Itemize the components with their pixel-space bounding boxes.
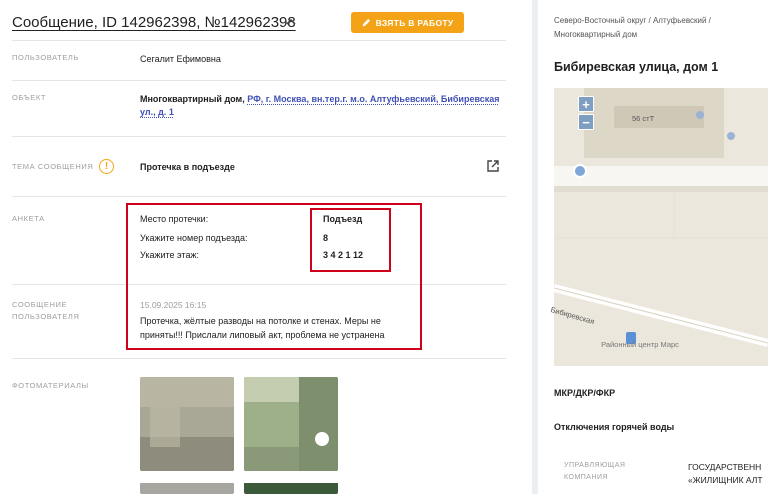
take-to-work-label: ВЗЯТЬ В РАБОТУ — [375, 17, 454, 28]
pencil-icon — [362, 18, 370, 27]
chevron-up-icon[interactable] — [284, 15, 298, 29]
photo-thumbnail[interactable] — [244, 377, 338, 471]
topic-value: Протечка в подъезде — [140, 162, 235, 172]
photo-thumbnail[interactable] — [244, 482, 338, 494]
object-label: ОБЪЕКТ — [12, 93, 46, 102]
message-label: СООБЩЕНИЕ ПОЛЬЗОВАТЕЛЯ — [12, 299, 79, 323]
photos-label: ФОТОМАТЕРИАЛЫ — [12, 381, 89, 390]
divider — [12, 358, 506, 359]
topic-label: ТЕМА СООБЩЕНИЯ — [12, 162, 94, 171]
object-type: Многоквартирный дом, — [140, 94, 248, 104]
photo-thumbnail[interactable] — [140, 377, 234, 471]
breadcrumb[interactable]: Северо-Восточный округ / Алтуфьевский / … — [554, 14, 754, 42]
management-company-label: УПРАВЛЯЮЩАЯ КОМПАНИЯ — [564, 460, 625, 484]
map-house-label: 56 стТ — [632, 114, 655, 123]
object-value: Многоквартирный дом, РФ, г. Москва, вн.т… — [140, 93, 510, 119]
management-value-line2: «ЖИЛИЩНИК АЛТ — [688, 475, 763, 485]
divider — [12, 196, 506, 197]
management-label-line1: УПРАВЛЯЮЩАЯ — [564, 462, 626, 469]
external-link-icon[interactable] — [486, 159, 500, 173]
message-label-line1: СООБЩЕНИЕ — [12, 300, 68, 309]
photo-thumbnail[interactable] — [140, 482, 234, 494]
survey-label: АНКЕТА — [12, 214, 45, 223]
side-address-title: Бибиревская улица, дом 1 — [554, 60, 719, 74]
zoom-out-button[interactable]: − — [578, 114, 594, 130]
take-to-work-button[interactable]: ВЗЯТЬ В РАБОТУ — [351, 12, 464, 33]
section-repair[interactable]: МКР/ДКР/ФКР — [554, 388, 615, 398]
section-hot-water[interactable]: Отключения горячей воды — [554, 422, 674, 432]
warning-icon: ! — [99, 159, 114, 174]
divider — [12, 40, 506, 41]
user-label: ПОЛЬЗОВАТЕЛЬ — [12, 53, 79, 62]
object-side-panel: Северо-Восточный округ / Алтуфьевский / … — [538, 0, 768, 494]
management-company-value: ГОСУДАРСТВЕНН «ЖИЛИЩНИК АЛТ — [688, 461, 763, 487]
highlight-box-answers — [310, 208, 391, 272]
user-value: Сегалит Ефимовна — [140, 54, 221, 64]
zoom-in-button[interactable]: + — [578, 96, 594, 112]
management-label-line2: КОМПАНИЯ — [564, 474, 609, 481]
management-value-line1: ГОСУДАРСТВЕНН — [688, 462, 762, 472]
ticket-title[interactable]: Сообщение, ID 142962398, №142962398 — [12, 14, 296, 31]
ticket-panel: Сообщение, ID 142962398, №142962398 ВЗЯТ… — [0, 0, 532, 494]
divider — [12, 80, 506, 81]
divider — [12, 136, 506, 137]
map-poi-label: Районный центр Марс — [601, 340, 679, 349]
message-label-line2: ПОЛЬЗОВАТЕЛЯ — [12, 312, 80, 321]
